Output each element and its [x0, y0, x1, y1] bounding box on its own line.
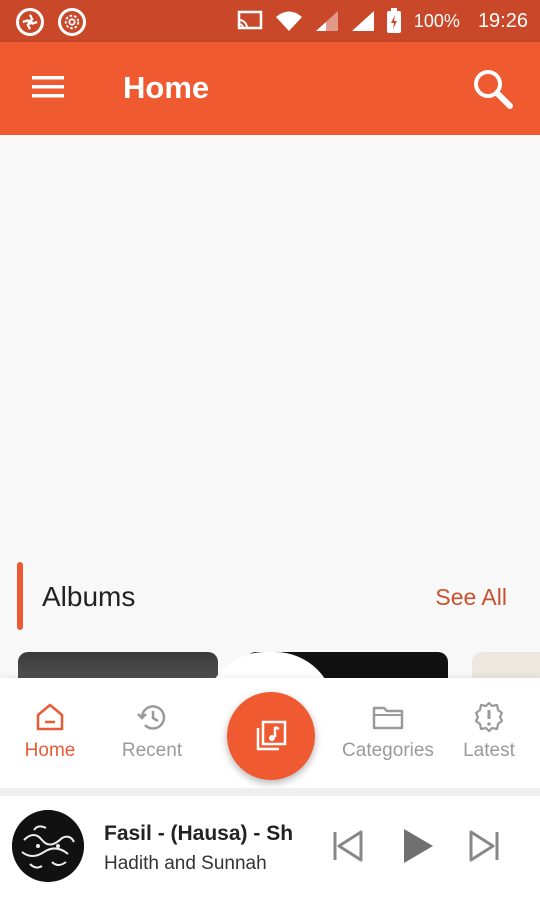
clock: 19:26	[477, 9, 528, 32]
history-icon	[137, 705, 166, 730]
albums-section-title: Albums	[42, 581, 136, 612]
nav-item-categories[interactable]: Categories	[333, 700, 443, 762]
divider	[0, 788, 540, 796]
play-icon[interactable]	[400, 826, 436, 866]
search-icon[interactable]	[470, 66, 516, 112]
music-library-icon	[256, 720, 287, 751]
app-bar: Home	[0, 42, 540, 135]
status-bar: 100% 19:26	[0, 0, 540, 42]
folder-icon	[372, 706, 404, 730]
nav-item-latest[interactable]: Latest	[434, 700, 540, 762]
hamburger-menu-icon[interactable]	[30, 72, 66, 102]
alert-badge-icon	[474, 701, 504, 733]
nav-item-recent[interactable]: Recent	[97, 700, 207, 762]
track-artwork	[12, 810, 84, 882]
nav-label: Recent	[121, 740, 183, 761]
music-library-button[interactable]	[227, 692, 315, 780]
battery-percent: 100%	[413, 10, 460, 31]
signal-icon	[315, 11, 338, 31]
nav-item-home[interactable]: Home	[0, 700, 105, 762]
nav-label: Home	[24, 740, 76, 761]
see-all-link[interactable]: See All	[435, 584, 507, 611]
nav-label: Latest	[463, 740, 515, 761]
section-accent-bar	[17, 562, 23, 630]
nav-label: Categories	[342, 740, 434, 761]
track-subtitle: Hadith and Sunnah	[104, 853, 267, 874]
flower-icon	[58, 8, 86, 36]
track-title: Fasil - (Hausa) - Sh	[104, 822, 294, 845]
home-icon	[36, 703, 64, 731]
battery-charging-icon	[386, 8, 401, 33]
skip-previous-icon[interactable]	[329, 826, 365, 866]
cast-icon	[237, 10, 263, 30]
skip-next-icon[interactable]	[467, 826, 503, 866]
signal-icon	[351, 11, 374, 31]
aperture-icon	[16, 8, 44, 36]
wifi-icon	[275, 11, 302, 31]
page-title: Home	[123, 70, 210, 105]
mini-player[interactable]: Fasil - (Hausa) - Sh Hadith and Sunnah	[0, 796, 540, 900]
